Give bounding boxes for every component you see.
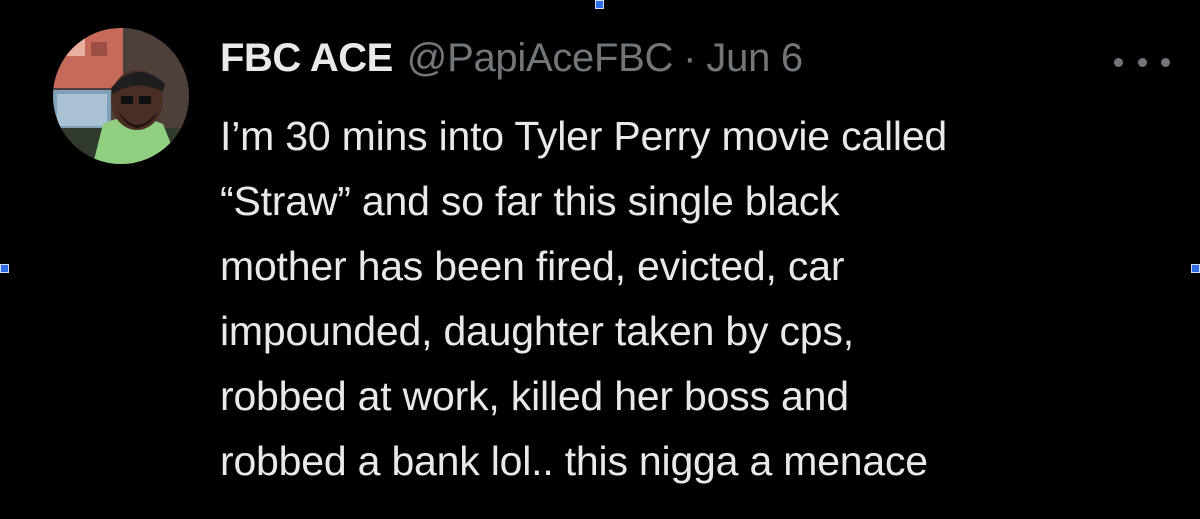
more-horizontal-icon[interactable]: [1114, 50, 1170, 74]
crop-handle-top[interactable]: [595, 0, 604, 9]
avatar-image: [53, 28, 189, 164]
tweet-text-line: I’m 30 mins into Tyler Perry movie calle…: [220, 113, 948, 159]
tweet-date[interactable]: Jun 6: [706, 36, 803, 81]
more-dot: [1161, 57, 1170, 67]
separator-dot: ·: [683, 36, 697, 80]
more-dot: [1114, 57, 1123, 67]
display-name[interactable]: FBC ACE: [220, 36, 393, 81]
crop-handle-left[interactable]: [0, 264, 9, 273]
tweet-text-line: mother has been fired, evicted, car: [220, 243, 845, 289]
tweet-text-line: “Straw” and so far this single black: [220, 178, 840, 224]
tweet-text: I’m 30 mins into Tyler Perry movie calle…: [220, 104, 1180, 494]
tweet-text-line: impounded, daughter taken by cps,: [220, 308, 854, 354]
user-handle[interactable]: @PapiAceFBC: [407, 36, 674, 81]
tweet-text-line: robbed a bank lol.. this nigga a menace: [220, 438, 928, 484]
tweet-text-line: robbed at work, killed her boss and: [220, 373, 849, 419]
more-dot: [1137, 57, 1147, 67]
tweet-card[interactable]: FBC ACE @PapiAceFBC · Jun 6 I’m 30 mins …: [0, 0, 1200, 519]
tweet-header: FBC ACE @PapiAceFBC · Jun 6: [220, 36, 803, 86]
crop-handle-right[interactable]: [1191, 264, 1200, 273]
avatar[interactable]: [53, 28, 189, 164]
